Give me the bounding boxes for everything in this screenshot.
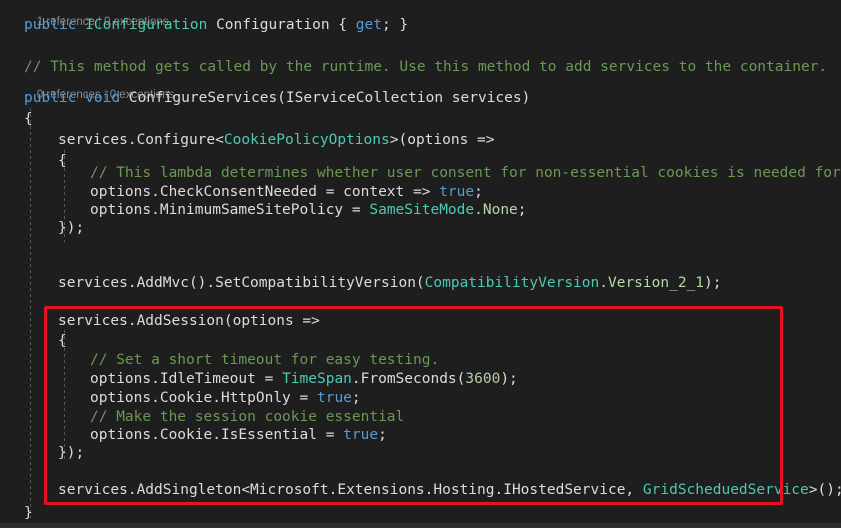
code-line-configure-cookiepolicy: services.Configure<CookiePolicyOptions>(…	[58, 130, 495, 151]
number-3600: 3600	[465, 371, 501, 387]
semicolon: ;	[351, 390, 361, 406]
code-line-timeout-comment: // Set a short timeout for easy testing.	[90, 352, 440, 368]
code-line-close-lambda-2: });	[58, 445, 85, 461]
keyword-get: get	[355, 17, 382, 33]
code-line-addmvc: services.AddMvc().SetCompatibilityVersio…	[58, 273, 722, 294]
keyword-true: true	[439, 184, 475, 200]
codelens-configuration[interactable]: 1 reference | 0 exceptions	[24, 1, 169, 28]
assignment-left: options.MinimumSameSitePolicy =	[90, 202, 370, 218]
expression-suffix: );	[500, 371, 518, 387]
expression-text: services.AddSession(options =>	[58, 313, 320, 329]
code-line-addsingleton: services.AddSingleton<Microsoft.Extensio…	[58, 480, 841, 501]
expression-suffix: );	[704, 275, 722, 291]
method-signature-rest: ConfigureServices(IServiceCollection ser…	[120, 90, 531, 106]
code-line-open-brace-lambda-2: {	[58, 333, 67, 349]
enum-member-version-2-1: .Version_2_1	[599, 275, 705, 291]
expression-prefix: services.AddSingleton<Microsoft.Extensio…	[58, 482, 643, 498]
keyword-public: public	[24, 17, 77, 33]
assignment-left: options.Cookie.HttpOnly =	[90, 390, 317, 406]
code-line-open-brace-lambda-1: {	[58, 153, 67, 169]
type-gridscheduedservice: GridScheduedService	[642, 482, 809, 498]
code-line-configuration-property: public IConfiguration Configuration { ge…	[24, 15, 408, 36]
codelens-configureservices[interactable]: 0 references | 0 exceptions	[24, 74, 175, 101]
code-line-idletimeout: options.IdleTimeout = TimeSpan.FromSecon…	[90, 369, 518, 390]
assignment-left: options.IdleTimeout =	[90, 371, 283, 387]
type-iconfiguration: IConfiguration	[85, 17, 208, 33]
code-line-isessential: options.Cookie.IsEssential = true;	[90, 425, 387, 446]
keyword-true: true	[343, 427, 379, 443]
code-line-close-lambda-1: });	[58, 220, 85, 236]
code-line-configureservices-signature: public void ConfigureServices(IServiceCo…	[24, 88, 530, 109]
assignment-left: options.CheckConsentNeeded = context =>	[90, 184, 440, 200]
semicolon: ;	[517, 202, 527, 218]
code-editor-surface[interactable]: 1 reference | 0 exceptions public IConfigu…	[0, 0, 841, 528]
code-line-addsession: services.AddSession(options =>	[58, 311, 320, 332]
keyword-true: true	[316, 390, 352, 406]
code-line-httponly: options.Cookie.HttpOnly = true;	[90, 388, 361, 409]
expression-suffix: >(options =>	[389, 132, 495, 148]
keyword-public: public	[24, 90, 77, 106]
indent-guide-level-1	[30, 108, 31, 518]
type-cookiepolicyoptions: CookiePolicyOptions	[223, 132, 390, 148]
enum-member-none: .None	[474, 202, 518, 218]
code-line-minimumsamesitepolicy: options.MinimumSameSitePolicy = SameSite…	[90, 200, 527, 221]
method-call: .FromSeconds(	[351, 371, 466, 387]
identifier-configuration: Configuration {	[207, 17, 356, 33]
code-line-lambda-comment: // This lambda determines whether user c…	[90, 165, 841, 181]
type-samesitemode: SameSiteMode	[369, 202, 475, 218]
code-line-close-brace-method: }	[24, 505, 33, 521]
editor-bottom-strip	[0, 523, 841, 528]
assignment-left: options.Cookie.IsEssential =	[90, 427, 344, 443]
keyword-void: void	[85, 90, 121, 106]
expression-prefix: services.Configure<	[58, 132, 224, 148]
expression-prefix: services.AddMvc().SetCompatibilityVersio…	[58, 275, 425, 291]
code-line-open-brace-method: {	[24, 111, 33, 127]
punctuation: ; }	[381, 17, 409, 33]
expression-suffix: >();	[808, 482, 841, 498]
semicolon: ;	[474, 184, 483, 200]
type-timespan: TimeSpan	[282, 371, 352, 387]
semicolon: ;	[378, 427, 387, 443]
type-compatibilityversion: CompatibilityVersion	[424, 275, 600, 291]
